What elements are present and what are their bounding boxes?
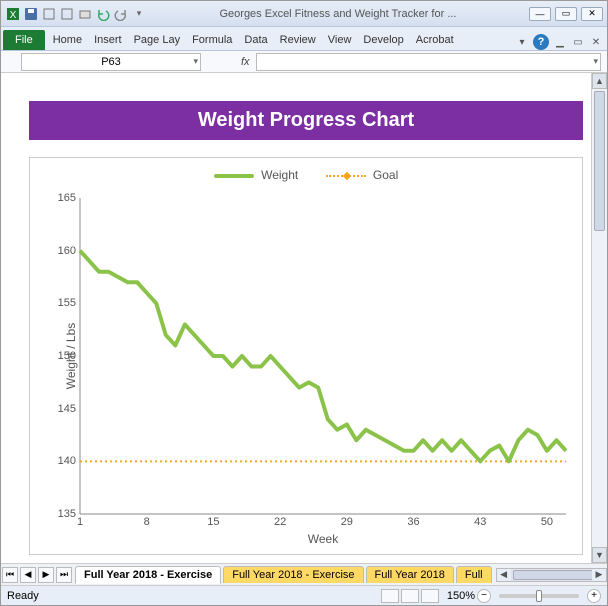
scroll-right-button[interactable]: ▶	[592, 569, 606, 581]
scroll-down-button[interactable]: ▼	[592, 547, 607, 563]
plot-region: Weight / Lbs Week 135140145150155160165 …	[80, 198, 566, 514]
excel-icon: X	[5, 6, 21, 22]
x-tick: 8	[144, 516, 150, 528]
close-button[interactable]: ✕	[581, 7, 603, 21]
sheet-tab[interactable]: Full Year 2018 - Exercise	[223, 566, 363, 583]
document-title: Georges Excel Fitness and Weight Tracker…	[147, 8, 529, 20]
horizontal-scrollbar[interactable]: ◀ ▶	[496, 568, 607, 582]
chart-legend: Weight Goal	[30, 158, 582, 186]
y-tick: 150	[58, 350, 76, 362]
x-tick: 15	[207, 516, 219, 528]
legend-label-weight: Weight	[261, 168, 298, 182]
workbook-close-icon[interactable]: ✕	[589, 35, 603, 49]
view-pagelayout-button[interactable]	[401, 589, 419, 603]
zoom-level[interactable]: 150%	[447, 590, 475, 602]
tab-data[interactable]: Data	[238, 30, 273, 50]
y-tick: 135	[58, 508, 76, 520]
tab-nav-first[interactable]: ⏮	[2, 567, 18, 583]
fx-label[interactable]: fx	[241, 56, 250, 68]
tab-insert[interactable]: Insert	[88, 30, 128, 50]
quick-access-toolbar: X ▾	[5, 6, 147, 22]
save-icon[interactable]	[23, 6, 39, 22]
qat-icon[interactable]	[59, 6, 75, 22]
legend-label-goal: Goal	[373, 168, 398, 182]
undo-icon[interactable]	[95, 6, 111, 22]
ribbon-overflow-icon[interactable]: ▾	[515, 35, 529, 49]
zoom-in-button[interactable]: +	[587, 589, 601, 603]
title-bar: X ▾ Georges Excel Fitness and Weight Tra…	[1, 1, 607, 27]
sheet-tab[interactable]: Full	[456, 566, 492, 583]
tab-nav-last[interactable]: ⏭	[56, 567, 72, 583]
x-tick: 1	[77, 516, 83, 528]
name-box-value: P63	[101, 56, 121, 68]
x-tick: 29	[341, 516, 353, 528]
tab-review[interactable]: Review	[274, 30, 322, 50]
print-preview-icon[interactable]	[77, 6, 93, 22]
legend-swatch-goal	[326, 175, 366, 177]
x-tick: 43	[474, 516, 486, 528]
help-icon[interactable]: ?	[533, 34, 549, 50]
y-tick: 155	[58, 297, 76, 309]
qat-icon[interactable]	[41, 6, 57, 22]
tab-acrobat[interactable]: Acrobat	[410, 30, 460, 50]
x-axis-ticks: 1 8 15 22 29 36 43 50	[80, 516, 566, 530]
tab-pagelayout[interactable]: Page Lay	[128, 30, 186, 50]
x-axis-label: Week	[80, 532, 566, 546]
y-tick: 165	[58, 192, 76, 204]
tab-formulas[interactable]: Formula	[186, 30, 238, 50]
ribbon: File Home Insert Page Lay Formula Data R…	[1, 27, 607, 51]
hscroll-thumb[interactable]	[513, 570, 593, 580]
expand-formula-icon[interactable]: ▾	[593, 56, 598, 67]
svg-text:X: X	[10, 10, 17, 21]
formula-bar: P63 ▾ fx ▾	[1, 51, 607, 73]
redo-icon[interactable]	[113, 6, 129, 22]
workbook-minimize-icon[interactable]: ▁	[553, 35, 567, 49]
maximize-button[interactable]: ▭	[555, 7, 577, 21]
y-tick: 140	[58, 455, 76, 467]
chart-plot-area: Weight Goal Weight / Lbs Week 1351401451…	[29, 157, 583, 555]
scroll-thumb[interactable]	[594, 91, 605, 231]
y-tick: 160	[58, 245, 76, 257]
chart-object[interactable]: Weight Progress Chart Weight Goal Weight…	[29, 101, 583, 555]
tab-file[interactable]: File	[3, 30, 45, 50]
sheet-tab[interactable]: Full Year 2018	[366, 566, 454, 583]
minimize-button[interactable]: —	[529, 7, 551, 21]
dropdown-icon[interactable]: ▾	[193, 56, 198, 67]
tab-developer[interactable]: Develop	[357, 30, 409, 50]
legend-swatch-weight	[214, 174, 254, 178]
formula-input[interactable]: ▾	[256, 53, 601, 71]
status-ready: Ready	[7, 590, 39, 602]
view-pagebreak-button[interactable]	[421, 589, 439, 603]
status-bar: Ready 150% − +	[1, 585, 607, 605]
tab-nav-prev[interactable]: ◀	[20, 567, 36, 583]
chart-title: Weight Progress Chart	[29, 101, 583, 140]
vertical-scrollbar[interactable]: ▲ ▼	[591, 73, 607, 563]
name-box[interactable]: P63 ▾	[21, 53, 201, 71]
x-tick: 36	[407, 516, 419, 528]
y-axis-ticks: 135140145150155160165	[46, 198, 76, 514]
zoom-slider-thumb[interactable]	[536, 590, 542, 602]
x-tick: 22	[274, 516, 286, 528]
zoom-out-button[interactable]: −	[477, 589, 491, 603]
qat-dropdown-icon[interactable]: ▾	[131, 6, 147, 22]
workbook-restore-icon[interactable]: ▭	[571, 35, 585, 49]
zoom-slider[interactable]	[499, 594, 579, 598]
plot-svg	[80, 198, 566, 514]
y-tick: 145	[58, 403, 76, 415]
x-tick: 50	[541, 516, 553, 528]
scroll-up-button[interactable]: ▲	[592, 73, 607, 89]
tab-home[interactable]: Home	[47, 30, 88, 50]
window-buttons: — ▭ ✕	[529, 7, 603, 21]
sheet-tab-active[interactable]: Full Year 2018 - Exercise	[75, 566, 221, 584]
tab-nav-next[interactable]: ▶	[38, 567, 54, 583]
worksheet-area[interactable]: Weight Progress Chart Weight Goal Weight…	[1, 73, 591, 563]
scroll-left-button[interactable]: ◀	[497, 569, 511, 581]
weight-series-line	[80, 251, 566, 462]
tab-view[interactable]: View	[322, 30, 358, 50]
view-normal-button[interactable]	[381, 589, 399, 603]
sheet-tab-strip: ⏮ ◀ ▶ ⏭ Full Year 2018 - Exercise Full Y…	[1, 563, 607, 585]
